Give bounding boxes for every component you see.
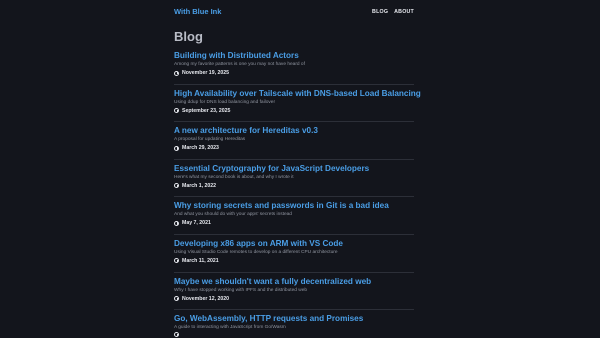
post-item: High Availability over Tailscale with DN… [174, 85, 421, 123]
clock-icon [174, 183, 179, 189]
post-date-text: March 11, 2021 [182, 257, 219, 264]
post-item: Maybe we shouldn't want a fully decentra… [174, 273, 414, 311]
post-item: A new architecture for Hereditas v0.3 A … [174, 122, 414, 160]
post-subtitle: Why I have stopped working with IPFS and… [174, 287, 308, 293]
post-date-text: March 1, 2022 [182, 182, 217, 189]
post-subtitle: Using ddup for DNS load balancing and fa… [174, 99, 276, 105]
post-title-link[interactable]: Why storing secrets and passwords in Git… [174, 201, 414, 211]
post-date-text: November 19, 2025 [182, 70, 230, 76]
post-subtitle: And what you should do with your apps' s… [174, 212, 292, 218]
post-title-link[interactable]: Developing x86 apps on ARM with VS Code [174, 239, 414, 249]
post-date: March 29, 2023 [174, 144, 414, 152]
post-title-link[interactable]: Essential Cryptography for JavaScript De… [174, 164, 414, 174]
page-container: With Blue Ink BLOG ABOUT Blog Building w… [174, 0, 421, 338]
post-title-link[interactable]: Go, WebAssembly, HTTP requests and Promi… [174, 314, 414, 324]
post-list: Building with Distributed Actors Among m… [174, 47, 421, 338]
post-date [174, 332, 414, 338]
post-date: March 1, 2022 [174, 182, 414, 190]
clock-icon [174, 145, 179, 151]
clock-icon [174, 220, 179, 226]
site-brand-link[interactable]: With Blue Ink [174, 7, 221, 16]
page-title: Blog [174, 29, 203, 44]
nav-item-about[interactable]: ABOUT [394, 9, 414, 15]
clock-icon [174, 332, 179, 338]
post-subtitle: Using Visual Studio Code remotes to deve… [174, 249, 338, 255]
post-date-text: May 7, 2021 [182, 220, 211, 227]
post-date-text: September 23, 2025 [182, 107, 231, 114]
post-item: Why storing secrets and passwords in Git… [174, 197, 414, 235]
post-item: Developing x86 apps on ARM with VS Code … [174, 235, 414, 273]
post-item: Go, WebAssembly, HTTP requests and Promi… [174, 310, 414, 338]
post-subtitle: A proposal for updating Hereditas [174, 137, 246, 143]
post-date: November 12, 2020 [174, 295, 414, 303]
post-subtitle: Here's what my second book is about, and… [174, 174, 294, 180]
post-date: September 23, 2025 [174, 107, 414, 115]
clock-icon [174, 70, 179, 76]
post-title-link[interactable]: Building with Distributed Actors [174, 51, 414, 61]
site-header: With Blue Ink BLOG ABOUT [174, 0, 414, 22]
post-date: May 7, 2021 [174, 219, 414, 227]
post-title-link[interactable]: Maybe we shouldn't want a fully decentra… [174, 277, 414, 287]
post-subtitle: Among my favorite patterns is one you ma… [174, 62, 305, 67]
post-subtitle: A guide to interacting with JavaScript f… [174, 325, 286, 331]
post-date: November 19, 2025 [174, 69, 414, 77]
main-nav: BLOG ABOUT [372, 9, 414, 15]
post-date: March 11, 2021 [174, 257, 414, 265]
post-item: Building with Distributed Actors Among m… [174, 47, 414, 85]
clock-icon [174, 108, 179, 114]
post-title-link[interactable]: High Availability over Tailscale with DN… [174, 89, 421, 99]
post-item: Essential Cryptography for JavaScript De… [174, 160, 414, 198]
post-title-link[interactable]: A new architecture for Hereditas v0.3 [174, 126, 414, 136]
clock-icon [174, 296, 179, 302]
post-date-text: November 12, 2020 [182, 295, 230, 302]
post-date-text: March 29, 2023 [182, 145, 219, 152]
clock-icon [174, 258, 179, 264]
nav-item-blog[interactable]: BLOG [372, 9, 388, 15]
